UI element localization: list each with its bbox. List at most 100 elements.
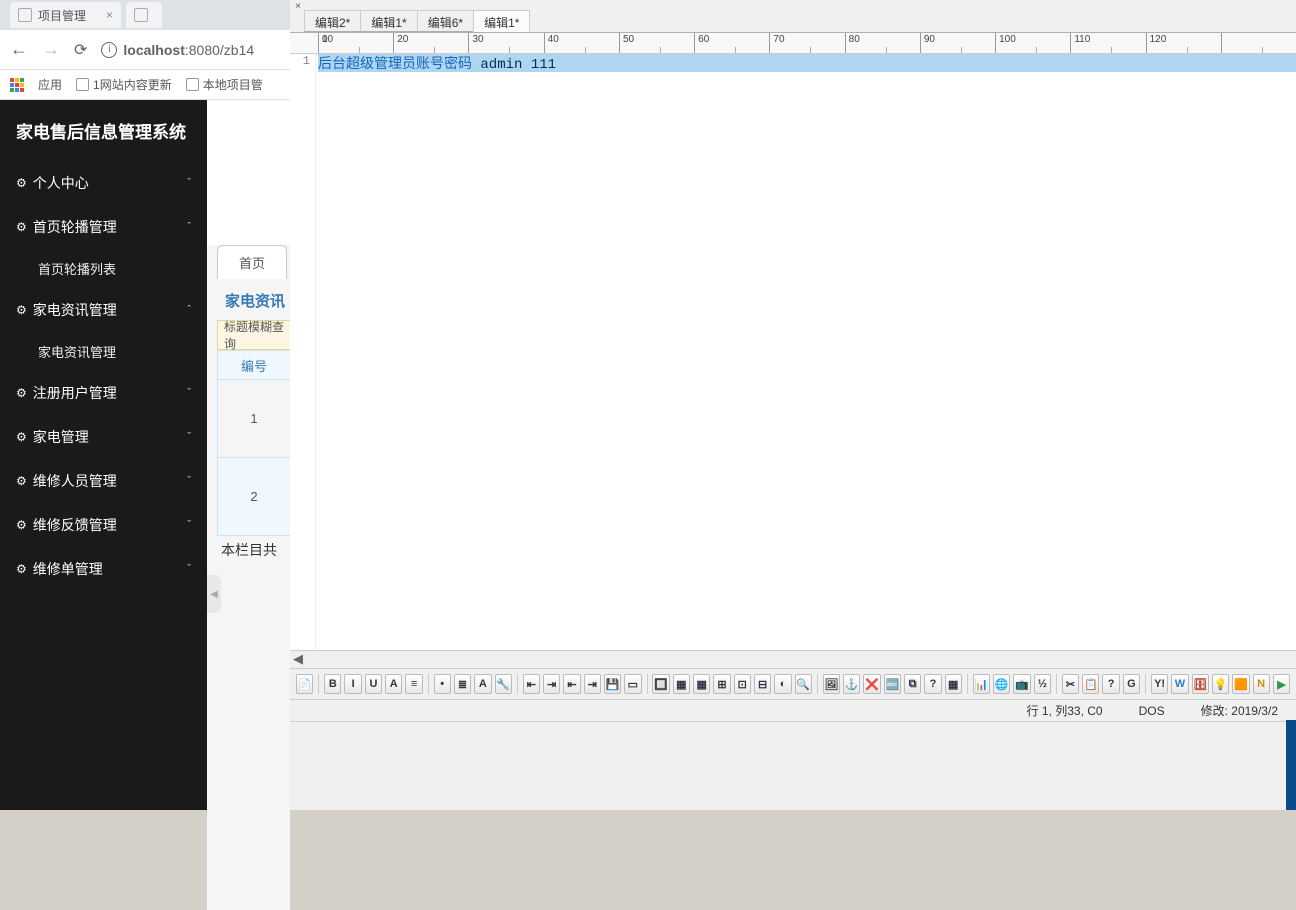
editor-tab-4[interactable]: 编辑1* (473, 10, 530, 32)
toolbar-button-29[interactable]: ? (924, 674, 941, 694)
toolbar-button-17[interactable]: ▦ (673, 674, 690, 694)
table-row[interactable]: 1 (217, 380, 290, 458)
bookmark-1[interactable]: 1网站内容更新 (76, 76, 172, 93)
toolbar-button-25[interactable]: ⚓ (843, 674, 860, 694)
menu-repair-staff[interactable]: ⚙维修人员管理 ˇ (0, 459, 207, 503)
toolbar-button-0[interactable]: 📄 (296, 674, 313, 694)
apps-icon[interactable] (10, 78, 24, 92)
toolbar-button-11[interactable]: ⇥ (543, 674, 560, 694)
toolbar-button-12[interactable]: ⇤ (563, 674, 580, 694)
toolbar-button-22[interactable]: ◐ (774, 674, 791, 694)
browser-tab-2[interactable] (126, 2, 162, 28)
tab-home[interactable]: 首页 (217, 245, 287, 279)
code-line-1[interactable]: 后台超级管理员账号密码 admin 111 (318, 54, 1296, 72)
separator (1145, 674, 1146, 694)
toolbar-button-10[interactable]: ⇤ (523, 674, 540, 694)
bookmarks-bar: 应用 1网站内容更新 本地项目管 (0, 70, 290, 100)
toolbar-button-30[interactable]: ▦ (945, 674, 962, 694)
text-editor-app: × 编辑2* 编辑1* 编辑6* 编辑1* 010 20 30 40 50 60… (290, 0, 1296, 810)
toolbar-button-1[interactable]: B (324, 674, 341, 694)
apps-label[interactable]: 应用 (38, 76, 62, 93)
toolbar-button-45[interactable]: ▶ (1273, 674, 1290, 694)
table-row[interactable]: 2 (217, 458, 290, 536)
address-bar: ← → ⟳ i localhost:8080/zb14 (0, 30, 290, 70)
status-encoding: DOS (1121, 704, 1183, 718)
submenu-carousel-list[interactable]: 首页轮播列表 (0, 249, 207, 288)
separator (517, 674, 518, 694)
menu-appliance-mgmt[interactable]: ⚙家电管理 ˇ (0, 415, 207, 459)
menu-news-mgmt[interactable]: ⚙家电资讯管理 ˆ (0, 288, 207, 332)
toolbar-button-41[interactable]: 🗄 (1192, 674, 1209, 694)
gear-icon: ⚙ (16, 386, 27, 400)
editor-tab-1[interactable]: 编辑2* (304, 10, 361, 32)
toolbar-button-33[interactable]: 📺 (1013, 674, 1030, 694)
toolbar-button-19[interactable]: ⊞ (713, 674, 730, 694)
menu-personal-center[interactable]: ⚙个人中心 ˇ (0, 161, 207, 205)
toolbar-button-6[interactable]: • (434, 674, 451, 694)
page-icon (18, 8, 32, 22)
separator (428, 674, 429, 694)
reload-icon[interactable]: ⟳ (74, 40, 87, 60)
toolbar-button-44[interactable]: N (1253, 674, 1270, 694)
toolbar-button-37[interactable]: ? (1102, 674, 1119, 694)
right-edge-bar (1286, 720, 1296, 810)
close-icon[interactable]: × (106, 8, 113, 22)
editor-tab-3[interactable]: 编辑6* (417, 10, 474, 32)
toolbar-button-2[interactable]: I (344, 674, 361, 694)
menu-feedback-mgmt[interactable]: ⚙维修反馈管理 ˇ (0, 503, 207, 547)
th-id: 编号 (217, 350, 290, 380)
table-footer: 本栏目共 (221, 540, 277, 560)
toolbar-button-28[interactable]: ⧉ (904, 674, 921, 694)
gear-icon: ⚙ (16, 474, 27, 488)
toolbar-button-7[interactable]: ≣ (454, 674, 471, 694)
gear-icon: ⚙ (16, 518, 27, 532)
menu-carousel-mgmt[interactable]: ⚙首页轮播管理 ˆ (0, 205, 207, 249)
toolbar-button-9[interactable]: 🔧 (495, 674, 512, 694)
toolbar-button-20[interactable]: ⊡ (734, 674, 751, 694)
chevron-up-icon: ˆ (187, 304, 191, 316)
scroll-left-icon[interactable]: ◀ (290, 652, 306, 666)
menu-order-mgmt[interactable]: ⚙维修单管理 ˇ (0, 547, 207, 591)
toolbar-button-31[interactable]: 📊 (973, 674, 990, 694)
toolbar-button-38[interactable]: G (1123, 674, 1140, 694)
toolbar-button-3[interactable]: U (365, 674, 382, 694)
toolbar-button-24[interactable]: 🖼 (823, 674, 840, 694)
toolbar-button-42[interactable]: 💡 (1212, 674, 1229, 694)
toolbar-button-35[interactable]: ✂ (1062, 674, 1079, 694)
info-icon[interactable]: i (101, 42, 117, 58)
toolbar-button-18[interactable]: ▦ (693, 674, 710, 694)
toolbar-button-15[interactable]: ▭ (624, 674, 641, 694)
toolbar-button-4[interactable]: A (385, 674, 402, 694)
toolbar-button-40[interactable]: W (1171, 674, 1188, 694)
chevron-down-icon: ˇ (187, 431, 191, 443)
chevron-down-icon: ˇ (187, 387, 191, 399)
menu-user-mgmt[interactable]: ⚙注册用户管理 ˇ (0, 371, 207, 415)
editor-tab-2[interactable]: 编辑1* (360, 10, 417, 32)
toolbar-button-26[interactable]: ❌ (863, 674, 880, 694)
browser-tab-1[interactable]: 项目管理 × (10, 2, 121, 28)
toolbar-button-43[interactable]: 🟧 (1232, 674, 1249, 694)
toolbar-button-27[interactable]: 🔤 (884, 674, 901, 694)
toolbar-button-36[interactable]: 📋 (1082, 674, 1099, 694)
horizontal-scrollbar[interactable]: ◀ (290, 650, 1296, 666)
back-icon[interactable]: ← (10, 39, 28, 60)
toolbar-button-34[interactable]: ½ (1034, 674, 1051, 694)
toolbar-button-13[interactable]: ⇥ (584, 674, 601, 694)
url-input[interactable]: i localhost:8080/zb14 (101, 42, 280, 58)
toolbar-button-32[interactable]: 🌐 (993, 674, 1010, 694)
toolbar-button-16[interactable]: 🔲 (652, 674, 669, 694)
toolbar-button-8[interactable]: A (474, 674, 491, 694)
gear-icon: ⚙ (16, 303, 27, 317)
status-modified: 修改: 2019/3/2 (1183, 702, 1296, 719)
code-text-creds: admin 111 (480, 57, 556, 73)
toolbar-button-21[interactable]: ⊟ (754, 674, 771, 694)
editor-text-area[interactable]: 1 后台超级管理员账号密码 admin 111 (290, 54, 1296, 654)
toolbar-button-23[interactable]: 🔍 (795, 674, 812, 694)
submenu-news-mgmt[interactable]: 家电资讯管理 (0, 332, 207, 371)
collapse-handle[interactable]: ◀ (207, 575, 221, 613)
bookmark-2[interactable]: 本地项目管 (186, 76, 263, 93)
toolbar-button-14[interactable]: 💾 (604, 674, 621, 694)
toolbar-button-39[interactable]: Y! (1151, 674, 1168, 694)
toolbar-button-5[interactable]: ≡ (405, 674, 422, 694)
forward-icon[interactable]: → (42, 39, 60, 60)
